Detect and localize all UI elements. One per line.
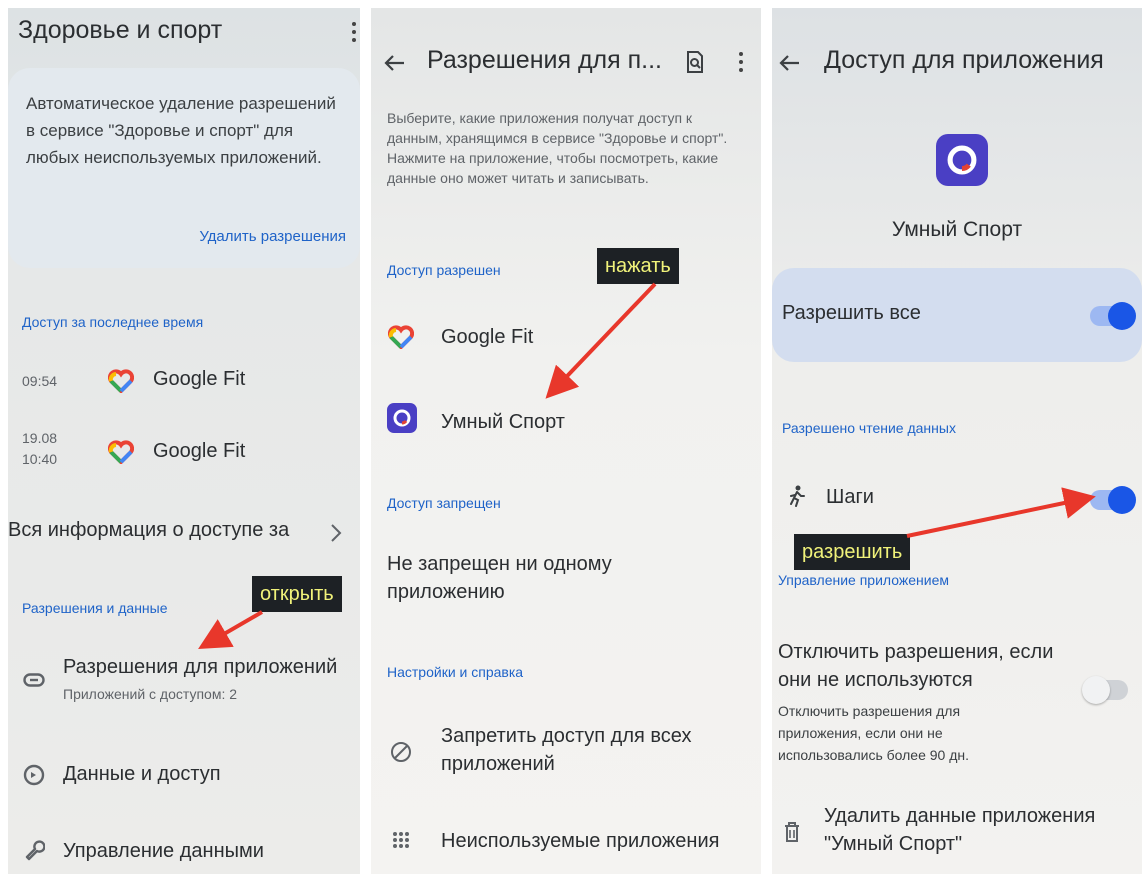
screen-app-access: Доступ для приложения Умный Спорт Разреш… [772,8,1142,874]
data-management-row[interactable]: Управление данными [8,830,360,874]
allowed-section: Доступ разрешен [387,262,501,278]
data-access-icon [22,763,46,787]
block-icon [389,740,413,764]
deny-all-row[interactable]: Запретить доступ для всех приложений [371,718,761,782]
recent-access-row[interactable]: 09:54 Google Fit [8,358,360,406]
recent-access-row[interactable]: 19.08 10:40 Google Fit [8,428,360,480]
settings-help-section: Настройки и справка [387,664,524,680]
google-fit-heart-icon [387,324,415,350]
allow-all-label: Разрешить все [782,302,921,324]
all-access-label: Вся информация о доступе за [8,519,290,541]
back-arrow-icon[interactable] [778,54,800,77]
screen-app-permissions: Разрешения для п... Выберите, какие прил… [371,8,761,874]
wrench-icon [22,838,46,862]
app-name: Умный Спорт [441,411,565,433]
back-arrow-icon[interactable] [383,54,405,77]
apps-grid-icon [389,828,413,852]
auto-revoke-text: Автоматическое удаление разрешений в сер… [26,94,336,167]
app-permissions-label: Разрешения для приложений [63,656,338,678]
more-menu-icon[interactable] [352,20,356,44]
description-text: Выберите, какие приложения получат досту… [387,110,728,186]
steps-label: Шаги [826,486,874,508]
data-management-label: Управление данными [63,840,264,862]
denied-empty-text: Не запрещен ни одному приложению [387,553,612,603]
steps-row[interactable]: Шаги [772,474,1142,518]
data-access-row[interactable]: Данные и доступ [8,753,360,797]
app-name: Умный Спорт [891,218,1023,241]
allow-all-toggle[interactable] [1090,302,1136,330]
disable-unused-label: Отключить разрешения, если они не исполь… [778,641,1054,691]
smart-sport-app-icon [387,403,417,433]
all-access-history-row[interactable]: Вся информация о доступе за [8,513,360,553]
access-time: 19.08 10:40 [22,430,58,467]
screen-title: Доступ для приложения [824,46,1104,74]
app-management-section: Управление приложением [778,572,949,588]
steps-toggle[interactable] [1090,486,1136,514]
recent-access-section: Доступ за последнее время [22,314,204,330]
google-fit-heart-icon [108,439,134,465]
auto-revoke-card: Автоматическое удаление разрешений в сер… [8,68,360,268]
chevron-right-icon [330,523,342,548]
data-access-label: Данные и доступ [63,763,221,785]
trash-icon [782,820,802,844]
screen-health-settings: Здоровье и спорт Автоматическое удаление… [8,8,360,874]
screen-title: Разрешения для п... [427,46,662,74]
app-row-google-fit[interactable]: Google Fit [371,312,761,362]
app-name: Google Fit [441,326,534,348]
app-name: Google Fit [153,368,246,390]
deny-all-label: Запретить доступ для всех приложений [441,725,692,775]
allow-all-card[interactable]: Разрешить все [772,268,1142,362]
smart-sport-app-icon [936,134,988,186]
screen-title: Здоровье и спорт [18,16,223,44]
search-icon[interactable] [685,50,705,79]
google-fit-heart-icon [108,368,134,394]
more-menu-icon[interactable] [739,50,743,79]
delete-app-data-row[interactable]: Удалить данные приложения "Умный Спорт" [772,800,1142,866]
app-name: Google Fit [153,440,246,462]
annotation-open: открыть [252,576,342,612]
disable-unused-row[interactable]: Отключить разрешения, если они не исполь… [772,638,1142,778]
delete-app-data-label: Удалить данные приложения "Умный Спорт" [824,805,1096,855]
disable-unused-description: Отключить разрешения для приложения, есл… [778,703,970,763]
access-time: 09:54 [22,373,58,389]
read-access-section: Разрешено чтение данных [782,420,956,436]
revoke-permissions-link[interactable]: Удалить разрешения [199,228,346,245]
app-permissions-count: Приложений с доступом: 2 [63,686,238,702]
unused-apps-row[interactable]: Неиспользуемые приложения [371,818,761,862]
permissions-data-section: Разрешения и данные [22,600,168,616]
disable-unused-toggle[interactable] [1082,676,1128,704]
denied-section: Доступ запрещен [387,495,501,511]
unused-apps-label: Неиспользуемые приложения [441,830,720,852]
annotation-allow: разрешить [794,534,911,570]
link-icon [22,670,46,690]
app-row-smart-sport[interactable]: Умный Спорт [371,393,761,445]
annotation-tap: нажать [597,248,679,284]
walking-icon [786,484,808,508]
app-permissions-row[interactable]: Разрешения для приложений Приложений с д… [8,648,360,714]
